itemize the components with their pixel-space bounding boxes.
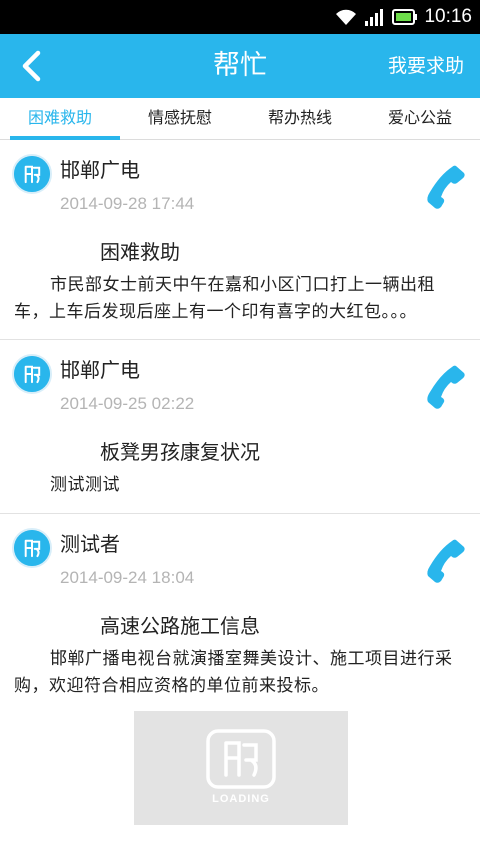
avatar bbox=[12, 154, 52, 194]
item-source: 测试者 bbox=[60, 532, 120, 556]
item-source: 邯郸广电 bbox=[60, 158, 140, 182]
item-headline: 板凳男孩康复状况 bbox=[100, 440, 260, 464]
tab-help-hotline[interactable]: 帮办热线 bbox=[240, 98, 360, 139]
avatar bbox=[12, 354, 52, 394]
battery-icon bbox=[392, 9, 418, 25]
signal-icon bbox=[365, 9, 384, 26]
status-time: 10:16 bbox=[424, 6, 472, 27]
logo-icon bbox=[206, 729, 276, 789]
loading-text: LOADING bbox=[212, 793, 270, 805]
phone-icon[interactable] bbox=[424, 362, 468, 410]
item-headline: 困难救助 bbox=[100, 240, 180, 264]
list-item[interactable]: 测试者 2014-09-24 18:04 高速公路施工信息 邯郸广播电视台就演播… bbox=[0, 514, 480, 714]
loading-placeholder: LOADING bbox=[134, 711, 348, 825]
tab-charity[interactable]: 爱心公益 bbox=[360, 98, 480, 139]
tab-hardship-relief[interactable]: 困难救助 bbox=[0, 98, 120, 140]
item-date: 2014-09-28 17:44 bbox=[60, 194, 195, 213]
item-date: 2014-09-25 02:22 bbox=[60, 394, 195, 413]
request-help-button[interactable]: 我要求助 bbox=[388, 34, 464, 98]
tab-emotional-comfort[interactable]: 情感抚慰 bbox=[120, 98, 240, 139]
list-item[interactable]: 邯郸广电 2014-09-28 17:44 困难救助 市民部女士前天中午在嘉和小… bbox=[0, 140, 480, 338]
category-tabs: 困难救助 情感抚慰 帮办热线 爱心公益 bbox=[0, 98, 480, 140]
item-source: 邯郸广电 bbox=[60, 358, 140, 382]
phone-icon[interactable] bbox=[424, 162, 468, 210]
item-body: 市民部女士前天中午在嘉和小区门口打上一辆出租车，上车后发现后座上有一个印有喜字的… bbox=[14, 275, 435, 322]
title-bar: 帮忙 我要求助 bbox=[0, 34, 480, 98]
wifi-icon bbox=[336, 9, 357, 25]
item-body: 测试测试 bbox=[50, 475, 120, 495]
item-headline: 高速公路施工信息 bbox=[100, 614, 260, 638]
item-date: 2014-09-24 18:04 bbox=[60, 568, 195, 587]
list-item[interactable]: 邯郸广电 2014-09-25 02:22 板凳男孩康复状况 测试测试 bbox=[0, 340, 480, 512]
back-arrow-icon[interactable] bbox=[14, 48, 50, 84]
item-body: 邯郸广播电视台就演播室舞美设计、施工项目进行采购，欢迎符合相应资格的单位前来投标… bbox=[14, 649, 453, 696]
status-bar: 10:16 bbox=[0, 0, 480, 34]
phone-icon[interactable] bbox=[424, 536, 468, 584]
avatar bbox=[12, 528, 52, 568]
